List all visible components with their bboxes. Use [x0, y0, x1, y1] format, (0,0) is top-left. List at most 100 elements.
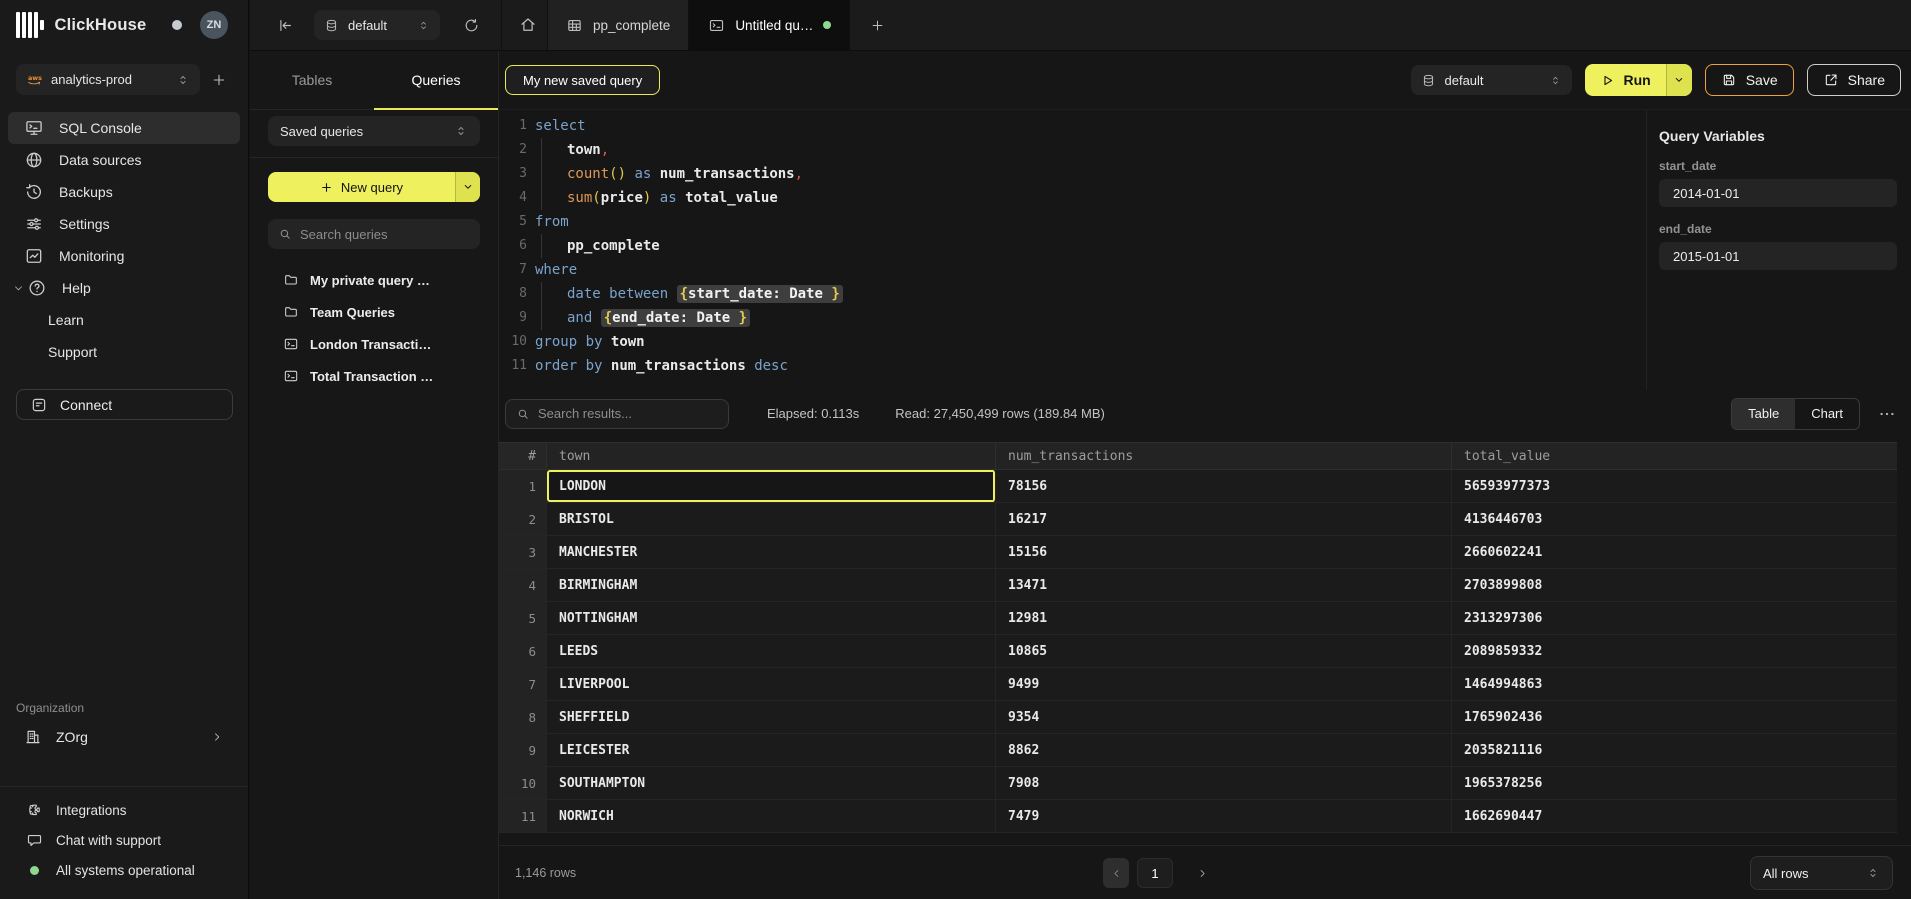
sidebar-footer-chat-with-support[interactable]: Chat with support	[16, 825, 232, 855]
add-service-button[interactable]	[206, 67, 232, 93]
cell[interactable]: 10865	[996, 635, 1452, 667]
code-line[interactable]: 5from	[499, 210, 1646, 234]
cell[interactable]: 2089859332	[1452, 635, 1897, 667]
row-number[interactable]: 5	[499, 602, 547, 634]
cell[interactable]: 2035821116	[1452, 734, 1897, 766]
row-number[interactable]: 1	[499, 470, 547, 502]
code-line[interactable]: 6pp_complete	[499, 234, 1646, 258]
row-number[interactable]: 2	[499, 503, 547, 535]
cell[interactable]: SOUTHAMPTON	[547, 767, 996, 799]
sidebar-item-data-sources[interactable]: Data sources	[8, 144, 240, 176]
page-number-input[interactable]: 1	[1137, 858, 1173, 888]
variable-input-end-date[interactable]: 2015-01-01	[1659, 242, 1897, 270]
code-line[interactable]: 3count() as num_transactions,	[499, 162, 1646, 186]
sidebar-footer-integrations[interactable]: Integrations	[16, 795, 232, 825]
row-number[interactable]: 10	[499, 767, 547, 799]
query-list-item-total-transaction[interactable]: Total Transaction …	[268, 360, 480, 392]
cell[interactable]: LEICESTER	[547, 734, 996, 766]
home-button[interactable]	[515, 12, 541, 38]
sidebar-item-sql-console[interactable]: SQL Console	[8, 112, 240, 144]
cell[interactable]: 2660602241	[1452, 536, 1897, 568]
cell[interactable]: 7908	[996, 767, 1452, 799]
query-list-item-my-private-query[interactable]: My private query …	[268, 264, 480, 296]
cell[interactable]: 8862	[996, 734, 1452, 766]
cell[interactable]: LEEDS	[547, 635, 996, 667]
code-line[interactable]: 7where	[499, 258, 1646, 282]
sidebar-sublink-support[interactable]: Support	[0, 336, 248, 368]
sidebar-item-settings[interactable]: Settings	[8, 208, 240, 240]
page-size-selector[interactable]: All rows	[1750, 856, 1893, 890]
search-results-input[interactable]	[538, 406, 718, 421]
variable-input-start-date[interactable]: 2014-01-01	[1659, 179, 1897, 207]
workspace-selector[interactable]: analytics-prod	[16, 64, 200, 95]
next-page-button[interactable]	[1189, 858, 1215, 888]
cell[interactable]: 4136446703	[1452, 503, 1897, 535]
query-list-item-london-transacti[interactable]: London Transacti…	[268, 328, 480, 360]
cell[interactable]: 15156	[996, 536, 1452, 568]
search-queries-input[interactable]	[300, 227, 470, 242]
organization-selector[interactable]: ZOrg	[16, 722, 232, 752]
database-selector-editor[interactable]: default	[1411, 65, 1572, 95]
code-line[interactable]: 10group by town	[499, 330, 1646, 354]
row-number[interactable]: 6	[499, 635, 547, 667]
cell[interactable]: 2313297306	[1452, 602, 1897, 634]
cell[interactable]: 78156	[996, 470, 1452, 502]
cell[interactable]: 9499	[996, 668, 1452, 700]
cell[interactable]: LONDON	[547, 470, 996, 502]
code-line[interactable]: 9and {end_date: Date }	[499, 306, 1646, 330]
row-number[interactable]: 4	[499, 569, 547, 601]
cell[interactable]: 1464994863	[1452, 668, 1897, 700]
cell[interactable]: 12981	[996, 602, 1452, 634]
tab-tables[interactable]: Tables	[250, 51, 374, 109]
avatar[interactable]: ZN	[200, 11, 228, 39]
row-number[interactable]: 3	[499, 536, 547, 568]
column-header-num-transactions[interactable]: num_transactions	[996, 443, 1452, 469]
column-header-town[interactable]: town	[547, 443, 996, 469]
cell[interactable]: 13471	[996, 569, 1452, 601]
prev-page-button[interactable]	[1103, 858, 1129, 888]
tab-queries[interactable]: Queries	[374, 51, 498, 109]
column-header-total-value[interactable]: total_value	[1452, 443, 1897, 469]
code-line[interactable]: 11order by num_transactions desc	[499, 354, 1646, 378]
cell[interactable]: BRISTOL	[547, 503, 996, 535]
sidebar-footer-all-systems-operational[interactable]: All systems operational	[16, 855, 232, 885]
cell[interactable]: BIRMINGHAM	[547, 569, 996, 601]
query-list-item-team-queries[interactable]: Team Queries	[268, 296, 480, 328]
tab-pp-complete[interactable]: pp_complete	[547, 0, 689, 50]
run-button[interactable]: Run	[1585, 64, 1692, 96]
new-query-button[interactable]: New query	[268, 172, 480, 202]
row-number[interactable]: 8	[499, 701, 547, 733]
new-tab-button[interactable]	[864, 12, 890, 38]
more-options-button[interactable]	[1877, 404, 1897, 424]
cell[interactable]: NORWICH	[547, 800, 996, 832]
sidebar-sublink-learn[interactable]: Learn	[0, 304, 248, 336]
cell[interactable]: MANCHESTER	[547, 536, 996, 568]
code-line[interactable]: 1select	[499, 114, 1646, 138]
run-options-dropdown[interactable]	[1666, 64, 1692, 96]
connect-button[interactable]: Connect	[16, 389, 233, 420]
sql-editor[interactable]: 1select2town,3count() as num_transaction…	[499, 110, 1646, 390]
cell[interactable]: 2703899808	[1452, 569, 1897, 601]
new-query-dropdown[interactable]	[455, 172, 480, 202]
code-line[interactable]: 8date between {start_date: Date }	[499, 282, 1646, 306]
row-number[interactable]: 9	[499, 734, 547, 766]
code-line[interactable]: 2town,	[499, 138, 1646, 162]
view-table-button[interactable]: Table	[1732, 399, 1795, 429]
cell[interactable]: 9354	[996, 701, 1452, 733]
cell[interactable]: 7479	[996, 800, 1452, 832]
saved-queries-selector[interactable]: Saved queries	[268, 116, 480, 146]
cell[interactable]: NOTTINGHAM	[547, 602, 996, 634]
column-header-[interactable]: #	[499, 443, 547, 469]
view-chart-button[interactable]: Chart	[1795, 399, 1859, 429]
sidebar-item-help[interactable]: Help	[8, 272, 240, 304]
cell[interactable]: LIVERPOOL	[547, 668, 996, 700]
cell[interactable]: 56593977373	[1452, 470, 1897, 502]
cell[interactable]: 16217	[996, 503, 1452, 535]
saved-query-tab[interactable]: My new saved query	[505, 65, 660, 95]
tab-untitled-query[interactable]: Untitled qu…	[689, 0, 850, 50]
share-button[interactable]: Share	[1807, 64, 1901, 96]
cell[interactable]: SHEFFIELD	[547, 701, 996, 733]
database-selector-topbar[interactable]: default	[314, 10, 440, 40]
cell[interactable]: 1662690447	[1452, 800, 1897, 832]
sidebar-item-monitoring[interactable]: Monitoring	[8, 240, 240, 272]
